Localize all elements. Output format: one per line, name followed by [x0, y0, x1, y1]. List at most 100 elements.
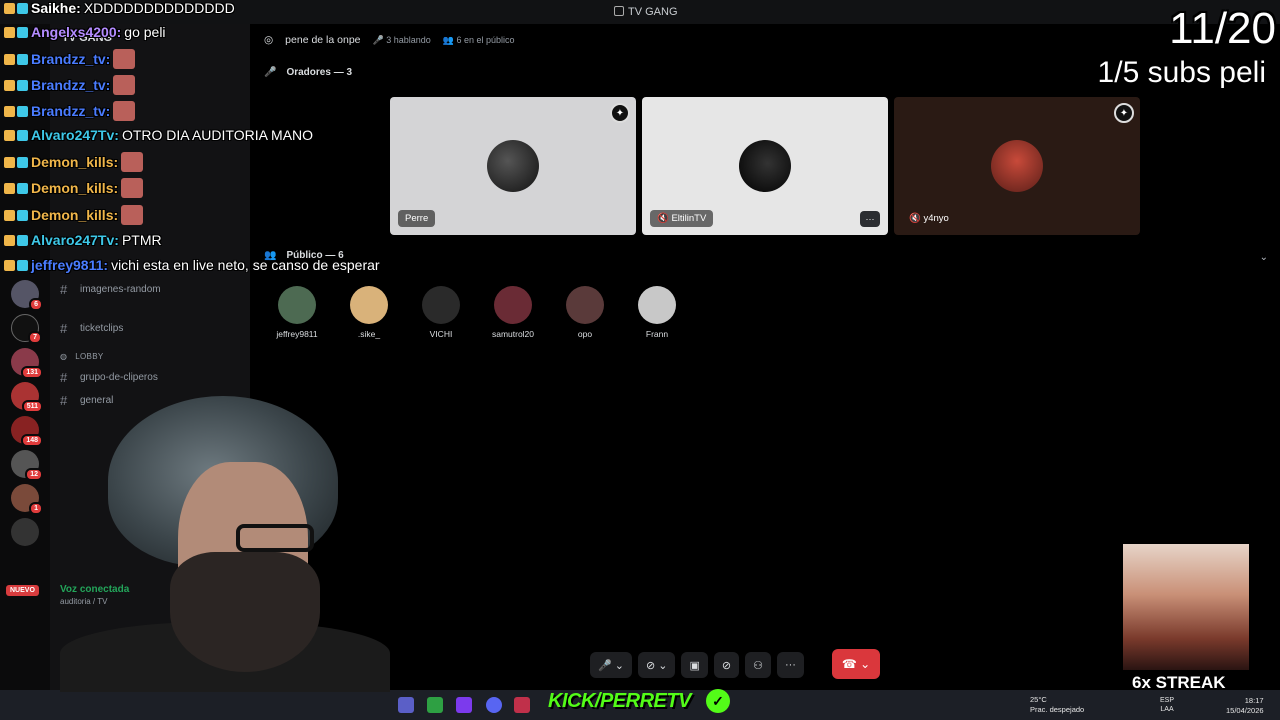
speaker-tile[interactable]: 🔇 EltilinTV ···: [642, 97, 888, 235]
channel-item[interactable]: # ticketclips: [60, 321, 123, 336]
chevron-down-icon[interactable]: ⌄: [1260, 252, 1268, 263]
badge-icon: [17, 259, 28, 271]
server-icon[interactable]: 1: [11, 484, 43, 515]
chat-message: Brandzz_tv:: [4, 101, 136, 121]
mention-badge: 148: [21, 434, 43, 447]
server-icon[interactable]: 12: [11, 450, 43, 481]
badge-icon: [17, 156, 28, 168]
audience-member[interactable]: VICHI: [409, 286, 473, 339]
chat-badges: [4, 105, 28, 117]
badge-icon: [4, 105, 15, 117]
disconnect-button[interactable]: ☎ ⌄: [832, 649, 880, 679]
badge-icon: [4, 129, 15, 141]
speaker-name: 🔇 EltilinTV: [650, 210, 714, 227]
avatar: [991, 140, 1043, 192]
badge-icon: [4, 259, 15, 271]
microphone-button[interactable]: 🎤 ⌄: [590, 652, 632, 678]
emote-icon: [121, 178, 144, 198]
channel-item[interactable]: # grupo-de-cliperos: [60, 370, 158, 385]
clock[interactable]: 18:17 15/04/2026: [1226, 696, 1264, 716]
chat-username: Saikhe:: [31, 0, 81, 16]
chat-username: Angelxs4200:: [31, 24, 122, 40]
server-icon[interactable]: 7: [11, 314, 42, 344]
chat-message: Brandzz_tv:: [4, 75, 136, 95]
chat-message: Demon_kills:: [4, 178, 144, 198]
globe-icon: ◍: [60, 352, 68, 361]
avatar: [278, 286, 316, 324]
chat-username: Brandzz_tv:: [31, 103, 111, 119]
microphone-icon: 🎤: [264, 67, 277, 78]
app-icon[interactable]: [398, 697, 414, 713]
webcam-glasses: [236, 524, 314, 552]
hash-icon: #: [60, 282, 68, 297]
chat-username: Demon_kills:: [31, 154, 119, 170]
server-icon[interactable]: 148: [11, 416, 43, 447]
weather-widget[interactable]: 25°C Prac. despejado: [1030, 695, 1084, 715]
chat-badges: [4, 26, 28, 38]
avatar: [739, 140, 791, 192]
server-icon[interactable]: 131: [11, 348, 43, 379]
badge-icon: [4, 234, 15, 246]
more-options-button[interactable]: ···: [776, 652, 804, 678]
app-icon[interactable]: [514, 697, 530, 713]
audience-member[interactable]: opo: [553, 286, 617, 339]
channel-label: imagenes-random: [80, 284, 161, 295]
chat-message: jeffrey9811: vichi esta en live neto, se …: [4, 257, 380, 273]
emote-icon: [121, 205, 144, 225]
category-label: LOBBY: [75, 352, 104, 361]
chat-message: Alvaro247Tv: OTRO DIA AUDITORIA MANO: [4, 127, 313, 143]
stage-header: ◎ pene de la onpe 🎤 3 hablando 👥 6 en el…: [264, 34, 515, 46]
badge-icon: [17, 129, 28, 141]
chat-message: Saikhe: XDDDDDDDDDDDDDD: [4, 0, 235, 16]
speaker-tile[interactable]: Perre ✦: [390, 97, 636, 235]
audience-member[interactable]: Frann: [625, 286, 689, 339]
badge-icon: [17, 2, 28, 14]
chat-text: XDDDDDDDDDDDDDD: [83, 0, 235, 16]
audience-member[interactable]: jeffrey9811: [265, 286, 329, 339]
camera-off-button[interactable]: ⊘ ⌄: [637, 652, 676, 678]
screen-share-button[interactable]: ▣: [681, 652, 708, 678]
speaker-tile[interactable]: 🔇 y4nyo ✦: [894, 97, 1140, 235]
channel-label: grupo-de-cliperos: [80, 372, 158, 383]
chat-username: Alvaro247Tv:: [31, 127, 119, 143]
category-lobby[interactable]: ◍ LOBBY: [60, 352, 103, 361]
server-icon[interactable]: 511: [11, 382, 43, 413]
language-indicator[interactable]: ESP LAA: [1160, 696, 1174, 714]
discord-icon[interactable]: [486, 697, 502, 713]
audience-member[interactable]: .sike_: [337, 286, 401, 339]
chat-text: PTMR: [121, 232, 162, 248]
activity-button[interactable]: ⚇: [745, 652, 771, 678]
chat-username: Alvaro247Tv:: [31, 232, 119, 248]
goal-counter: 11/20: [1169, 4, 1276, 53]
mute-icon[interactable]: ⊘: [713, 652, 740, 678]
chat-username: Brandzz_tv:: [31, 51, 111, 67]
channel-label: ticketclips: [80, 323, 124, 334]
hash-icon: #: [60, 370, 68, 385]
chat-message: Angelxs4200: go peli: [4, 24, 166, 40]
chat-badges: [4, 2, 28, 14]
server-list: 6 7 131 511 148 12 1 NUEVO: [0, 24, 50, 690]
app-icon[interactable]: [427, 697, 443, 713]
audience-count: 👥 6 en el público: [442, 34, 515, 45]
avatar: [494, 286, 532, 324]
server-icon[interactable]: [11, 518, 39, 546]
chat-badges: [4, 53, 28, 65]
badge-icon: [4, 53, 15, 65]
app-icon[interactable]: [456, 697, 472, 713]
server-icon[interactable]: 6: [11, 280, 43, 311]
window-title: TV GANG: [628, 6, 678, 18]
speaking-count: 🎤 3 hablando: [372, 34, 431, 45]
moderator-icon: ✦: [1114, 103, 1134, 123]
chat-message: Demon_kills:: [4, 205, 144, 225]
badge-icon: [4, 156, 15, 168]
channel-item[interactable]: # imagenes-random: [60, 282, 161, 297]
avatar: [350, 286, 388, 324]
chat-text: OTRO DIA AUDITORIA MANO: [121, 127, 314, 143]
audience-member[interactable]: samutrol20: [481, 286, 545, 339]
avatar: [487, 140, 539, 192]
more-options-button[interactable]: ···: [860, 211, 880, 227]
hash-icon: #: [60, 321, 68, 336]
stage-icon: ◎: [264, 34, 274, 46]
emote-icon: [113, 75, 136, 95]
mention-badge: 511: [21, 400, 43, 413]
